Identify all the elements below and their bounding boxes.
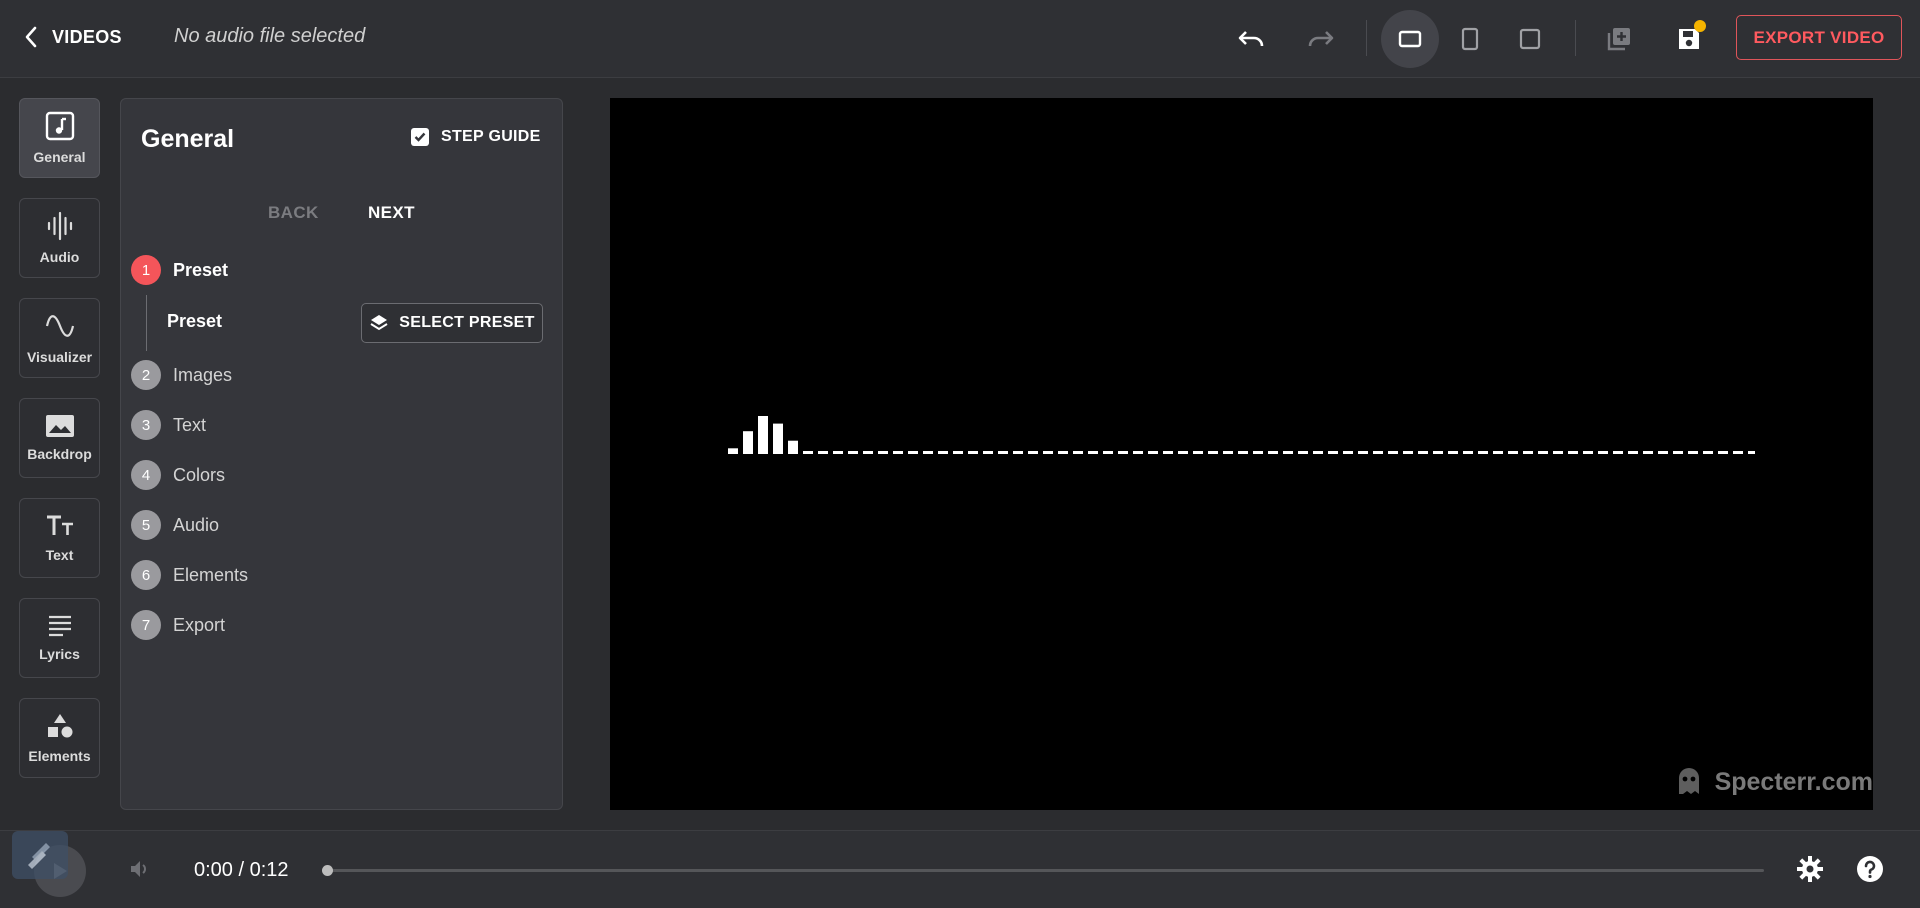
- music-note-icon: [45, 111, 74, 141]
- export-video-button[interactable]: EXPORT VIDEO: [1736, 15, 1902, 60]
- add-layer-icon: [1607, 28, 1630, 51]
- step-label: Elements: [173, 564, 249, 585]
- undo-button[interactable]: [1222, 10, 1280, 68]
- volume-icon: [131, 861, 146, 877]
- image-icon: [45, 415, 74, 437]
- portrait-format-button[interactable]: [1441, 10, 1499, 68]
- toolbar-divider: [1366, 20, 1367, 56]
- step-number: 6: [131, 560, 161, 590]
- checkbox-checked-icon[interactable]: [411, 128, 429, 146]
- chevron-left-icon: [25, 26, 37, 48]
- layers-icon: [370, 315, 388, 331]
- audio-status-text: No audio file selected: [174, 25, 366, 47]
- shapes-icon: [47, 714, 72, 738]
- back-to-videos-link[interactable]: VIDEOS: [24, 22, 122, 52]
- sidebar-item-lyrics[interactable]: Lyrics: [19, 598, 100, 678]
- watermark: Specterr.com: [1671, 764, 1873, 800]
- sidebar-item-audio[interactable]: Audio: [19, 198, 100, 278]
- step-preset[interactable]: 1 Preset: [131, 255, 228, 285]
- ghost-logo-icon: [1678, 768, 1699, 794]
- next-button[interactable]: NEXT: [368, 203, 415, 223]
- panel-title: General: [141, 125, 235, 153]
- visualizer-bar: [743, 431, 753, 454]
- step-label: Images: [173, 364, 233, 385]
- landscape-format-icon: [1398, 30, 1422, 48]
- playback-time: 0:00 / 0:12: [194, 859, 289, 881]
- save-button[interactable]: [1660, 10, 1718, 68]
- sidebar-item-backdrop[interactable]: Backdrop: [19, 398, 100, 478]
- step-number: 2: [131, 360, 161, 390]
- step-guide-toggle[interactable]: STEP GUIDE: [411, 128, 541, 146]
- undo-icon: [1238, 31, 1264, 47]
- preset-sub-label: Preset: [167, 311, 223, 331]
- visualizer-bar: [788, 440, 798, 454]
- audio-visualizer: [728, 416, 1755, 454]
- step-export[interactable]: 7 Export: [131, 610, 225, 640]
- sidebar-item-text[interactable]: Text: [19, 498, 100, 578]
- watermark-text: Specterr.com: [1714, 767, 1873, 796]
- text-size-icon: [46, 515, 73, 535]
- help-button[interactable]: [1856, 855, 1884, 888]
- sidebar-item-visualizer[interactable]: Visualizer: [19, 298, 100, 378]
- back-button[interactable]: BACK: [268, 203, 319, 223]
- redo-icon: [1308, 31, 1334, 47]
- audio-wave-icon: [47, 211, 72, 241]
- step-label: Preset: [173, 259, 229, 280]
- select-preset-label: SELECT PRESET: [399, 314, 535, 331]
- landscape-format-button[interactable]: [1381, 10, 1439, 68]
- step-connector-line: [146, 295, 147, 351]
- step-number: 1: [131, 255, 161, 285]
- gear-icon: [1797, 856, 1823, 882]
- sidebar-item-label: Lyrics: [39, 646, 80, 662]
- player-bar: 0:00 / 0:12: [0, 830, 1920, 908]
- volume-button[interactable]: [128, 857, 152, 886]
- redo-button[interactable]: [1292, 10, 1350, 68]
- visualizer-bar: [758, 416, 768, 454]
- visualizer-bar: [773, 423, 783, 454]
- step-number: 3: [131, 410, 161, 440]
- top-bar: VIDEOS No audio file selected EXPORT VID…: [0, 0, 1920, 78]
- portrait-format-icon: [1461, 27, 1479, 51]
- step-images[interactable]: 2 Images: [131, 360, 232, 390]
- back-label: VIDEOS: [52, 26, 122, 47]
- step-elements[interactable]: 6 Elements: [131, 560, 248, 590]
- lyrics-icon: [48, 615, 71, 637]
- step-label: Audio: [173, 514, 220, 535]
- help-icon: [1857, 856, 1883, 882]
- app-logo: [12, 831, 68, 879]
- sidebar-item-label: General: [33, 149, 86, 165]
- brand-logo-icon: [28, 843, 50, 869]
- video-preview-canvas[interactable]: Specterr.com: [610, 98, 1873, 810]
- playback-progress-slider[interactable]: [322, 865, 1764, 876]
- square-format-icon: [1519, 28, 1541, 50]
- step-colors[interactable]: 4 Colors: [131, 460, 225, 490]
- sidebar-item-label: Text: [45, 547, 74, 563]
- sidebar-item-label: Elements: [28, 748, 91, 764]
- step-text[interactable]: 3 Text: [131, 410, 206, 440]
- toolbar-divider: [1575, 20, 1576, 56]
- step-number: 5: [131, 510, 161, 540]
- step-number: 4: [131, 460, 161, 490]
- sidebar-item-label: Visualizer: [26, 349, 93, 365]
- step-number: 7: [131, 610, 161, 640]
- sidebar-item-label: Backdrop: [27, 446, 92, 462]
- settings-button[interactable]: [1796, 855, 1824, 888]
- step-guide-label: STEP GUIDE: [441, 128, 541, 145]
- add-layer-button[interactable]: [1590, 10, 1648, 68]
- progress-knob[interactable]: [322, 865, 333, 876]
- sidebar-item-label: Audio: [39, 249, 80, 265]
- step-audio[interactable]: 5 Audio: [131, 510, 219, 540]
- unsaved-indicator-dot: [1694, 20, 1706, 32]
- square-format-button[interactable]: [1501, 10, 1559, 68]
- sidebar-item-elements[interactable]: Elements: [19, 698, 100, 778]
- sidebar-item-general[interactable]: General: [19, 98, 100, 178]
- select-preset-button[interactable]: SELECT PRESET: [361, 303, 543, 343]
- general-panel: General STEP GUIDE BACK NEXT 1 Preset Pr…: [120, 98, 563, 810]
- visualizer-bar: [728, 448, 738, 454]
- sine-wave-icon: [45, 315, 74, 337]
- step-label: Export: [173, 614, 226, 635]
- step-label: Text: [173, 414, 207, 435]
- step-label: Colors: [173, 464, 226, 485]
